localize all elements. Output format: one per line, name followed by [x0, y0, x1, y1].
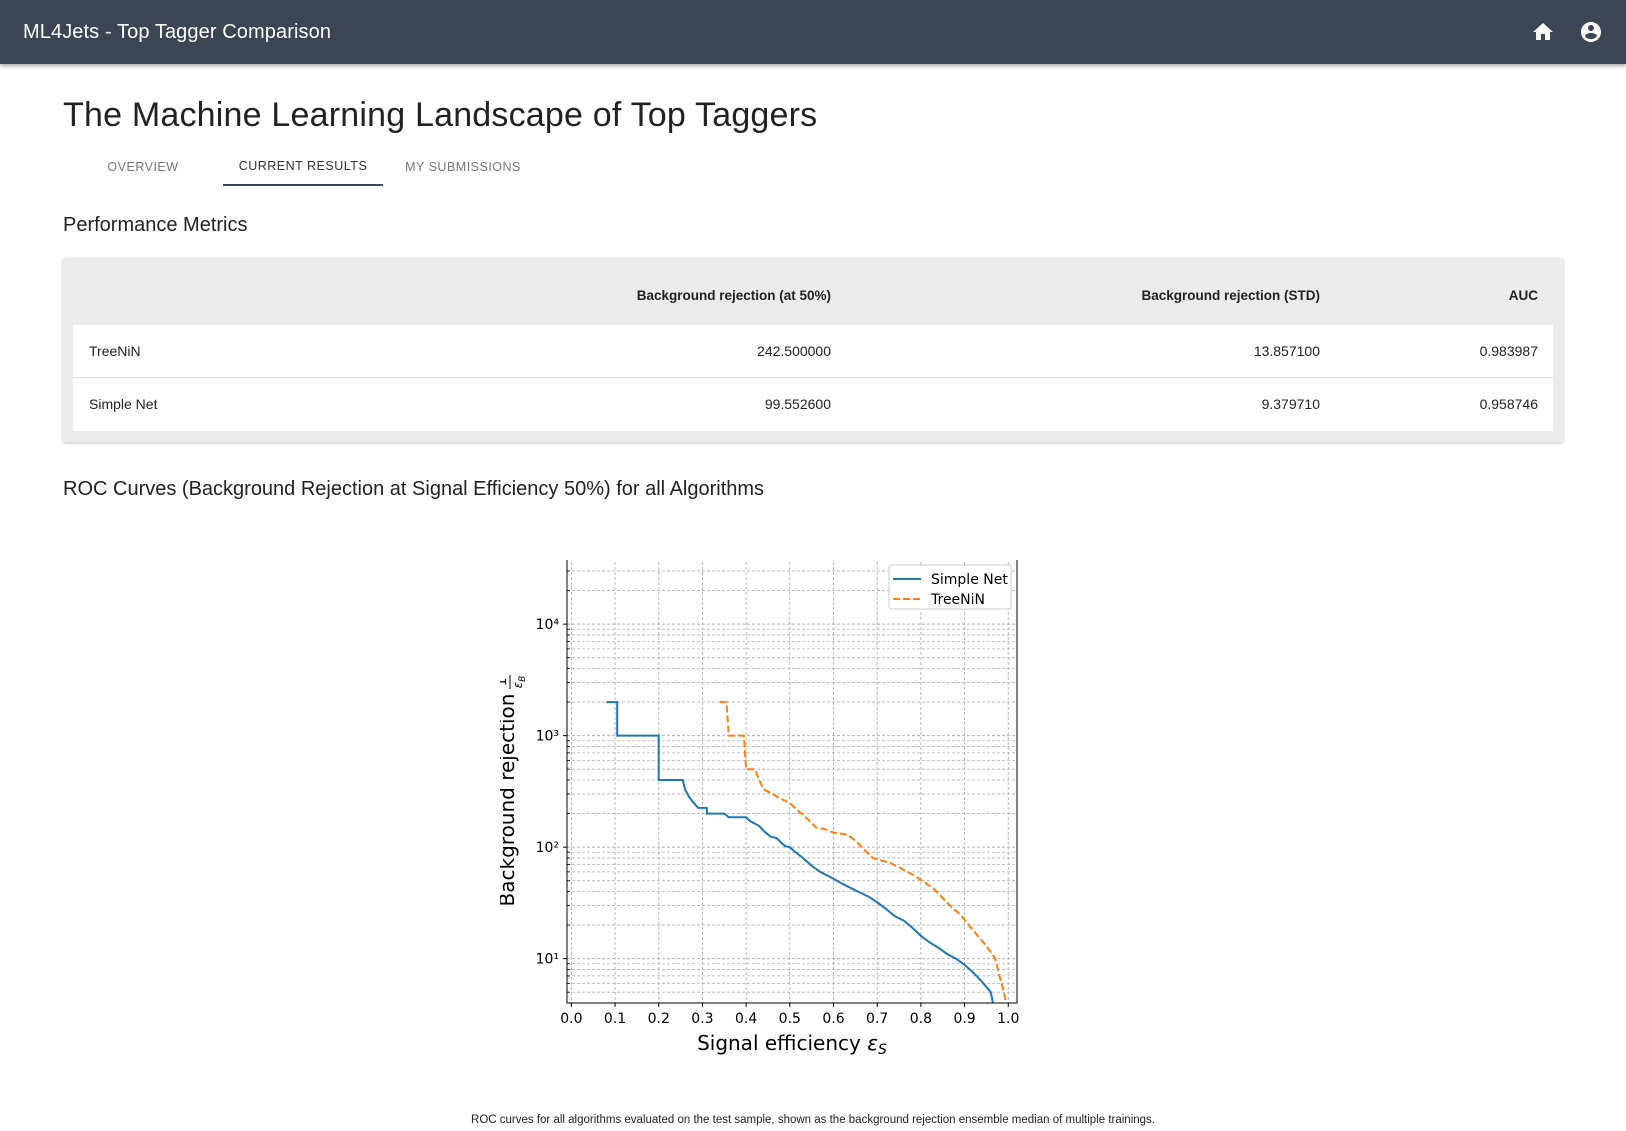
tab-my-submissions[interactable]: MY SUBMISSIONS — [383, 148, 543, 186]
table-row[interactable]: Simple Net 99.552600 9.379710 0.958746 — [73, 378, 1553, 431]
legend-label: Simple Net — [931, 572, 1008, 588]
app-bar-actions — [1531, 20, 1603, 44]
x-tick-label: 0.8 — [910, 1011, 932, 1027]
rejection-std-value: 13.857100 — [1253, 343, 1320, 359]
legend-label: TreeNiN — [930, 592, 985, 608]
roc-caption: ROC curves for all algorithms evaluated … — [471, 1114, 1155, 1126]
roc-section-title: ROC Curves (Background Rejection at Sign… — [63, 478, 765, 500]
column-header: AUC — [1508, 288, 1538, 303]
metrics-table: Background rejection (at 50%) Background… — [63, 258, 1563, 442]
x-tick-label: 0.3 — [691, 1011, 713, 1027]
x-tick-label: 0.2 — [648, 1011, 670, 1027]
rejection-50-value: 99.552600 — [764, 396, 831, 412]
y-axis-fraction-denominator: εB — [511, 676, 528, 689]
y-tick-label: 10³ — [536, 729, 559, 745]
x-axis-label: Signal efficiency εS — [697, 1031, 887, 1058]
algorithm-name: Simple Net — [89, 396, 158, 412]
table-row[interactable]: TreeNiN 242.500000 13.857100 0.983987 — [73, 325, 1553, 378]
y-tick-label: 10² — [536, 840, 559, 856]
auc-value: 0.958746 — [1479, 396, 1538, 412]
y-axis-fraction-numerator: 1 — [500, 678, 510, 686]
tab-overview[interactable]: OVERVIEW — [63, 148, 223, 186]
x-tick-label: 0.0 — [560, 1011, 582, 1027]
rejection-50-value: 242.500000 — [757, 343, 831, 359]
y-axis-label-text: Background rejection — [500, 694, 519, 907]
x-tick-label: 0.4 — [735, 1011, 757, 1027]
y-axis-label: Background rejection 1εB — [500, 675, 528, 906]
x-tick-label: 1.0 — [997, 1011, 1019, 1027]
y-tick-label: 10¹ — [536, 952, 559, 968]
rejection-std-value: 9.379710 — [1261, 396, 1320, 412]
x-tick-label: 0.9 — [953, 1011, 975, 1027]
auc-value: 0.983987 — [1479, 343, 1538, 359]
app-bar: ML4Jets - Top Tagger Comparison — [0, 0, 1626, 64]
x-tick-label: 0.1 — [604, 1011, 626, 1027]
y-tick-label: 10⁴ — [536, 617, 560, 633]
table-header: Background rejection (at 50%) Background… — [63, 258, 1563, 325]
metrics-section-title: Performance Metrics — [63, 214, 248, 236]
tab-bar: OVERVIEW CURRENT RESULTS MY SUBMISSIONS — [63, 148, 543, 186]
x-tick-label: 0.7 — [866, 1011, 888, 1027]
column-header: Background rejection (STD) — [1141, 288, 1320, 303]
x-tick-label: 0.5 — [779, 1011, 801, 1027]
account-circle-icon[interactable] — [1579, 20, 1603, 44]
page-title: The Machine Learning Landscape of Top Ta… — [63, 96, 818, 134]
app-title[interactable]: ML4Jets - Top Tagger Comparison — [23, 21, 331, 44]
tab-current-results[interactable]: CURRENT RESULTS — [223, 148, 383, 186]
algorithm-name: TreeNiN — [89, 343, 141, 359]
roc-chart: 10¹ 10² 10³ 10⁴ 0.0 0.1 0.2 0.3 0.4 0.5 0.6 0.7 0.8 0… — [500, 560, 1019, 1058]
home-icon[interactable] — [1531, 20, 1555, 44]
x-tick-label: 0.6 — [822, 1011, 844, 1027]
column-header: Background rejection (at 50%) — [636, 288, 831, 303]
plot-area — [567, 560, 1017, 1003]
